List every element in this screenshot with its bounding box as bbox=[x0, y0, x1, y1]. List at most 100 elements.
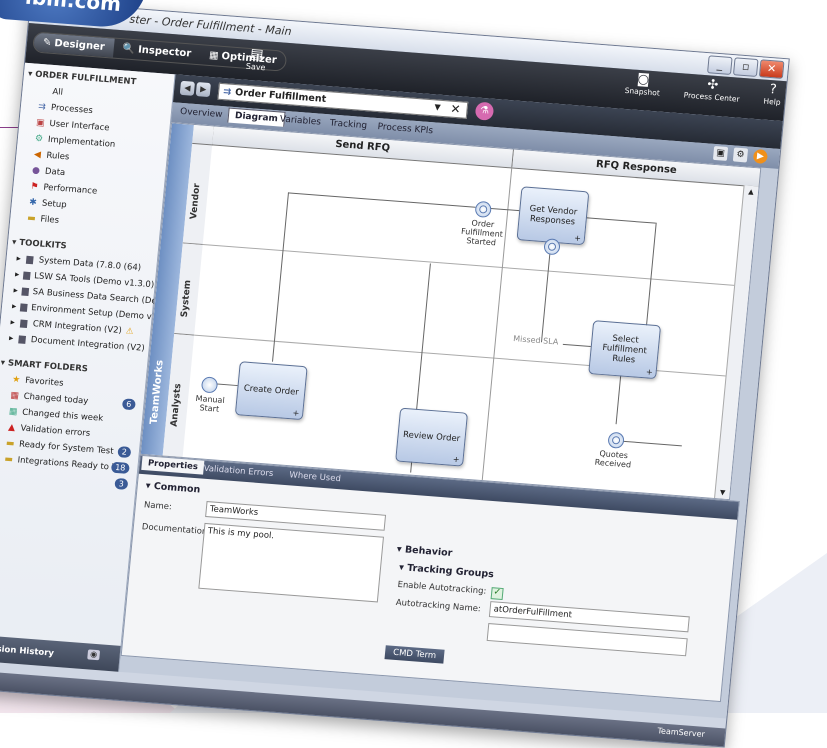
task-label: Get Vendor Responses bbox=[529, 203, 578, 228]
sidebar-item-label: Files bbox=[39, 214, 60, 226]
diagram-canvas[interactable]: TeamWorks Vendor System Analysts Send RF… bbox=[139, 122, 762, 501]
folder-icon: ▬ bbox=[3, 454, 14, 466]
folder-icon: ▬ bbox=[5, 438, 15, 450]
flask-icon[interactable]: ⚗ bbox=[474, 101, 495, 121]
count-badge: 2 bbox=[117, 446, 132, 459]
task-label: Review Order bbox=[402, 429, 461, 445]
task-get-vendor-responses[interactable]: Get Vendor Responses + bbox=[516, 186, 590, 246]
revision-history-label: Revision History bbox=[0, 642, 55, 659]
process-icon: ⇉ bbox=[37, 101, 47, 113]
error-icon: ▲ bbox=[7, 422, 16, 434]
started-event-label: Order Fulfillment Started bbox=[460, 218, 504, 248]
minimize-button[interactable]: _ bbox=[707, 55, 733, 75]
diagram-scrollbar[interactable]: ▲ ▼ bbox=[714, 185, 759, 500]
tab-tracking[interactable]: Tracking bbox=[329, 118, 367, 131]
toolkits-title: TOOLKITS bbox=[18, 237, 68, 252]
process-icon: ⇉ bbox=[222, 86, 232, 98]
toolkit-icon: ▆ bbox=[25, 254, 34, 265]
app-window: ster - Order Fulfillment - Main _ ▫ ✕ ib… bbox=[0, 0, 790, 748]
quotes-received-label: Quotes Received bbox=[594, 449, 632, 470]
diagram-view-icon[interactable]: ▣ bbox=[712, 145, 729, 161]
tab-validation-errors[interactable]: Validation Errors bbox=[203, 464, 274, 479]
intermediate-event-quotes[interactable] bbox=[607, 431, 625, 449]
maximize-button[interactable]: ▫ bbox=[732, 57, 759, 77]
scroll-up-icon[interactable]: ▲ bbox=[746, 188, 757, 197]
tab-variables[interactable]: Variables bbox=[279, 115, 321, 128]
autotracking-label: Enable Autotracking: bbox=[397, 579, 487, 597]
timer-event[interactable] bbox=[543, 238, 561, 256]
revision-history-bar[interactable]: Revision History ◉ bbox=[0, 634, 121, 672]
chevron-down-icon[interactable]: ▼ bbox=[434, 102, 441, 111]
tab-properties[interactable]: Properties bbox=[141, 455, 205, 475]
close-button[interactable]: ✕ bbox=[758, 59, 785, 79]
lane-label: Vendor bbox=[189, 183, 203, 220]
save-label: Save bbox=[245, 61, 266, 73]
common-label: Common bbox=[153, 480, 201, 496]
count-badge: 3 bbox=[114, 477, 129, 490]
task-create-order[interactable]: Create Order + bbox=[234, 361, 308, 421]
behavior-label: Behavior bbox=[404, 544, 453, 560]
autotracking-name-label: Autotracking Name: bbox=[395, 597, 482, 615]
forward-button[interactable]: ▶ bbox=[195, 82, 211, 98]
documentation-field[interactable]: This is my pool. bbox=[198, 522, 384, 603]
folder-icon: ▬ bbox=[26, 213, 37, 225]
sidebar-item-label: Data bbox=[44, 166, 66, 179]
sequence-flow bbox=[417, 263, 431, 393]
plus-icon: + bbox=[452, 454, 460, 465]
plus-icon: + bbox=[645, 367, 654, 377]
sequence-flow bbox=[287, 192, 476, 208]
documentation-label: Documentation: bbox=[141, 522, 211, 538]
help-label: Help bbox=[763, 96, 782, 107]
sequence-flow bbox=[615, 374, 622, 425]
count-badge: 18 bbox=[110, 461, 130, 474]
ui-icon: ▣ bbox=[35, 117, 46, 129]
snapshot-button[interactable]: ◙ Snapshot bbox=[624, 71, 661, 98]
back-button[interactable]: ◀ bbox=[179, 80, 195, 96]
star-icon: ★ bbox=[11, 374, 21, 386]
run-icon[interactable]: ▶ bbox=[752, 148, 769, 165]
name-label: Name: bbox=[143, 500, 173, 513]
logo-text: ibm.com bbox=[24, 0, 123, 16]
designer-mode-button[interactable]: ✎ Designer bbox=[33, 32, 115, 58]
calendar-icon: ▦ bbox=[9, 390, 20, 402]
count-badge: 6 bbox=[121, 398, 136, 411]
behavior-section-title[interactable]: ▾ Behavior bbox=[396, 544, 452, 559]
optimizer-icon: ▦ bbox=[208, 49, 220, 62]
close-editor-icon[interactable]: ✕ bbox=[450, 102, 461, 117]
tab-overview[interactable]: Overview bbox=[180, 107, 223, 120]
sidebar-item-label: Setup bbox=[41, 198, 68, 211]
lane-label: Analysts bbox=[169, 382, 184, 427]
autotracking-checkbox[interactable]: ✓ bbox=[490, 587, 504, 601]
tab-diagram[interactable]: Diagram bbox=[227, 107, 286, 127]
task-review-order[interactable]: Review Order + bbox=[395, 407, 469, 467]
toolkit-icon: ▆ bbox=[18, 334, 27, 345]
sidebar-item-label: Processes bbox=[50, 102, 94, 117]
inspector-mode-button[interactable]: 🔍 Inspector bbox=[113, 39, 201, 65]
sequence-flow bbox=[215, 383, 238, 387]
blank-icon bbox=[38, 91, 48, 92]
server-status: TeamServer bbox=[657, 726, 706, 739]
sidebar-item-label: User Interface bbox=[48, 118, 110, 134]
cmd-term-tab[interactable]: CMD Term bbox=[384, 645, 445, 664]
scroll-down-icon[interactable]: ▼ bbox=[717, 488, 728, 497]
help-button[interactable]: ? Help bbox=[763, 82, 782, 107]
start-event[interactable] bbox=[200, 376, 219, 394]
process-center-button[interactable]: ✣ Process Center bbox=[683, 76, 741, 103]
sequence-flow bbox=[562, 343, 591, 348]
inspector-icon: 🔍 bbox=[122, 43, 136, 56]
tracking-groups-section-title[interactable]: ▾ Tracking Groups bbox=[399, 562, 495, 580]
settings-icon[interactable]: ⚙ bbox=[732, 147, 749, 163]
task-label: Create Order bbox=[243, 383, 300, 398]
mode-label: Designer bbox=[53, 38, 106, 53]
save-button[interactable]: ▤ Save bbox=[225, 44, 287, 73]
common-section-title[interactable]: ▾ Common bbox=[145, 480, 201, 495]
tab-process-kpis[interactable]: Process KPIs bbox=[377, 122, 433, 136]
task-select-fulfillment-rules[interactable]: Select Fulfillment Rules + bbox=[588, 320, 662, 380]
intermediate-event-started[interactable] bbox=[474, 200, 492, 218]
sidebar-item-label: Performance bbox=[42, 182, 98, 197]
camera-icon[interactable]: ◉ bbox=[87, 649, 101, 661]
tab-where-used[interactable]: Where Used bbox=[289, 470, 341, 484]
calendar-icon: ▦ bbox=[8, 406, 18, 418]
data-icon: ● bbox=[31, 165, 41, 177]
implementation-icon: ⚙ bbox=[34, 133, 44, 145]
